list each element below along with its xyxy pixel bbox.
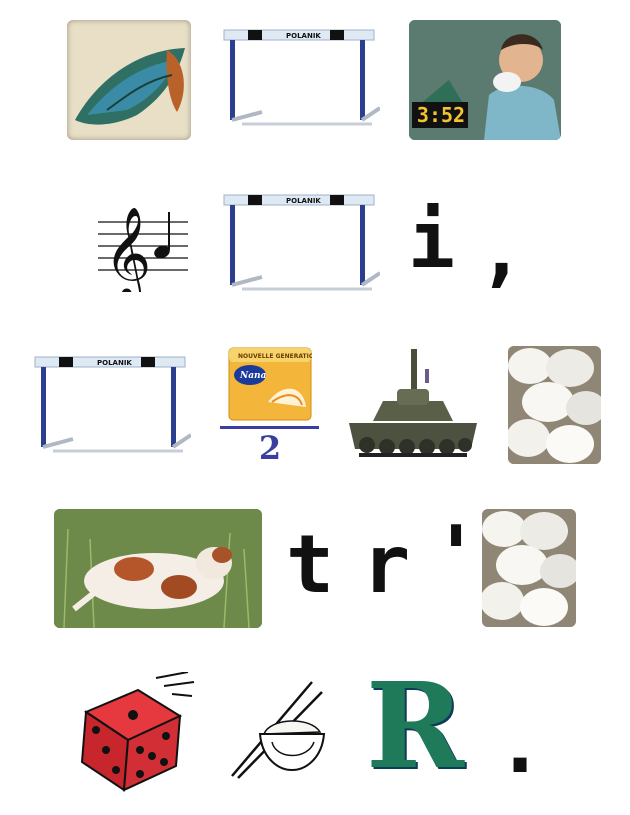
- svg-text:NOUVELLE GENERATION: NOUVELLE GENERATION: [238, 353, 312, 360]
- svg-text:POLANIK: POLANIK: [286, 197, 321, 205]
- apostrophe-mark: ': [432, 509, 481, 602]
- eggs-picture-1: [508, 346, 601, 464]
- fraction-denominator: 2: [258, 429, 282, 467]
- tank-picture: [345, 345, 481, 463]
- dice-picture: [76, 671, 196, 796]
- hurdle-picture-2: POLANIK: [222, 193, 382, 295]
- big-letter-R: R: [366, 656, 465, 795]
- comma-mark: ,: [478, 206, 525, 296]
- period-mark: .: [496, 698, 545, 791]
- treble-clef-picture: 𝄞: [96, 192, 190, 303]
- letter-i: i: [408, 196, 455, 286]
- svg-text:Nana: Nana: [239, 371, 267, 381]
- letter-t: t: [286, 518, 335, 611]
- clock-readout: 3:52: [416, 103, 466, 127]
- hurdle-brand-text: POLANIK: [286, 32, 321, 40]
- letter-r: r: [362, 518, 411, 611]
- svg-text:𝄞: 𝄞: [104, 206, 151, 292]
- hurdle-picture-3: POLANIK: [33, 355, 193, 457]
- rice-bowl-picture: [226, 678, 330, 782]
- man-sneezing-picture: 3:52: [409, 20, 561, 140]
- eggs-picture-2: [482, 509, 576, 627]
- calf-picture: [54, 509, 262, 628]
- hurdle-picture-1: POLANIK: [222, 28, 382, 130]
- wing-picture: [67, 20, 191, 140]
- pad-pack-picture: NOUVELLE GENERATION Nana: [228, 347, 319, 421]
- svg-text:POLANIK: POLANIK: [97, 359, 132, 367]
